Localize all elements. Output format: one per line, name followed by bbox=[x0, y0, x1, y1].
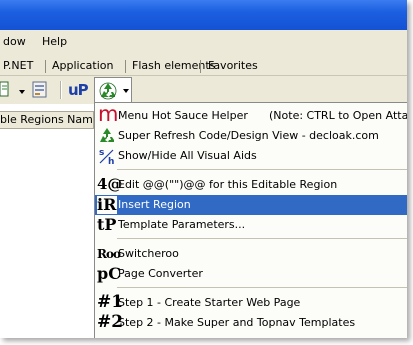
svg-text:s: s bbox=[99, 148, 104, 158]
up-icon: uP bbox=[68, 81, 89, 99]
menu-item-label: Edit @@("")@@ for this Editable Region bbox=[118, 178, 338, 191]
menu-item-note: (Note: CTRL to Open Attach bbox=[269, 109, 407, 122]
m-logo-icon: m bbox=[98, 102, 119, 126]
svg-text:h: h bbox=[108, 157, 114, 165]
menu-window[interactable]: dow bbox=[3, 35, 26, 49]
menu-item-label: Super Refresh Code/Design View - decloak… bbox=[118, 129, 379, 142]
4at-icon: 4@ bbox=[97, 175, 123, 193]
form-icon bbox=[32, 81, 47, 98]
menu-item-insert-region[interactable]: iR Insert Region bbox=[95, 195, 407, 215]
show-hide-icon: s h bbox=[99, 148, 114, 165]
tab-divider bbox=[200, 60, 201, 73]
menu-bar: dow Help bbox=[0, 32, 407, 52]
menu-item-label: Insert Region bbox=[118, 198, 191, 211]
menu-separator bbox=[117, 287, 407, 288]
toolbar: uP bbox=[0, 77, 407, 103]
menu-help[interactable]: Help bbox=[42, 35, 67, 49]
menu-item-step-2[interactable]: #2 Step 2 - Make Super and Topnav Templa… bbox=[95, 313, 407, 333]
editable-regions-panel: ble Regions Nam bbox=[0, 104, 94, 338]
template-tools-dropdown: m Menu Hot Sauce Helper (Note: CTRL to O… bbox=[94, 102, 407, 338]
regions-column-header[interactable]: ble Regions Nam bbox=[0, 111, 94, 129]
menu-item-step-1[interactable]: #1 Step 1 - Create Starter Web Page bbox=[95, 293, 407, 313]
menu-separator bbox=[117, 238, 407, 239]
tab-favorites[interactable]: Favorites bbox=[208, 59, 258, 73]
recycle-icon bbox=[99, 82, 117, 100]
menu-item-super-refresh[interactable]: Super Refresh Code/Design View - decloak… bbox=[95, 126, 407, 146]
ir-icon: iR bbox=[97, 195, 117, 214]
menu-item-label: Step 1 - Create Starter Web Page bbox=[118, 296, 301, 309]
screenshot-frame: dow Help P.NET Application Flash element… bbox=[0, 0, 407, 338]
menu-item-label: Switcheroo bbox=[118, 247, 179, 260]
toolbar-divider bbox=[60, 81, 62, 99]
menu-item-switcheroo[interactable]: Roo Switcheroo bbox=[95, 244, 407, 264]
recycle-menu-button[interactable] bbox=[94, 77, 132, 103]
menu-item-label: Template Parameters... bbox=[118, 218, 246, 231]
up-button[interactable]: uP bbox=[66, 80, 90, 100]
form-button[interactable] bbox=[30, 80, 52, 100]
step2-icon: #2 bbox=[97, 312, 124, 332]
page-button[interactable] bbox=[0, 80, 10, 100]
pc-icon: pC bbox=[97, 264, 121, 283]
window-title-bar[interactable] bbox=[0, 0, 407, 30]
roo-icon: Roo bbox=[97, 247, 121, 261]
menu-item-label: Page Converter bbox=[118, 267, 203, 280]
menu-item-page-converter[interactable]: pC Page Converter bbox=[95, 264, 407, 284]
menu-separator bbox=[117, 169, 407, 170]
menu-item-edit-editable-region[interactable]: 4@ Edit @@("")@@ for this Editable Regio… bbox=[95, 175, 407, 195]
tab-aspnet[interactable]: P.NET bbox=[3, 59, 33, 73]
page-icon bbox=[0, 81, 9, 97]
recycle-icon bbox=[100, 128, 114, 142]
step1-icon: #1 bbox=[97, 292, 124, 312]
menu-item-label: Menu Hot Sauce Helper bbox=[118, 109, 248, 122]
tp-icon: tP bbox=[97, 215, 117, 234]
insert-tab-bar: P.NET Application Flash elements Favorit… bbox=[0, 56, 407, 76]
tab-flash-elements[interactable]: Flash elements bbox=[132, 59, 215, 73]
menu-item-template-parameters[interactable]: tP Template Parameters... bbox=[95, 215, 407, 235]
menu-item-hot-sauce-helper[interactable]: m Menu Hot Sauce Helper (Note: CTRL to O… bbox=[95, 102, 407, 126]
menu-item-label: Step 2 - Make Super and Topnav Templates bbox=[118, 316, 356, 329]
chevron-down-icon[interactable] bbox=[123, 89, 129, 93]
tab-divider bbox=[45, 60, 46, 73]
tab-divider bbox=[125, 60, 126, 73]
menu-item-label: Show/Hide All Visual Aids bbox=[118, 149, 257, 162]
tab-application[interactable]: Application bbox=[52, 59, 113, 73]
menu-item-show-hide-visual-aids[interactable]: s h Show/Hide All Visual Aids bbox=[95, 146, 407, 166]
chevron-down-icon[interactable] bbox=[19, 90, 25, 94]
